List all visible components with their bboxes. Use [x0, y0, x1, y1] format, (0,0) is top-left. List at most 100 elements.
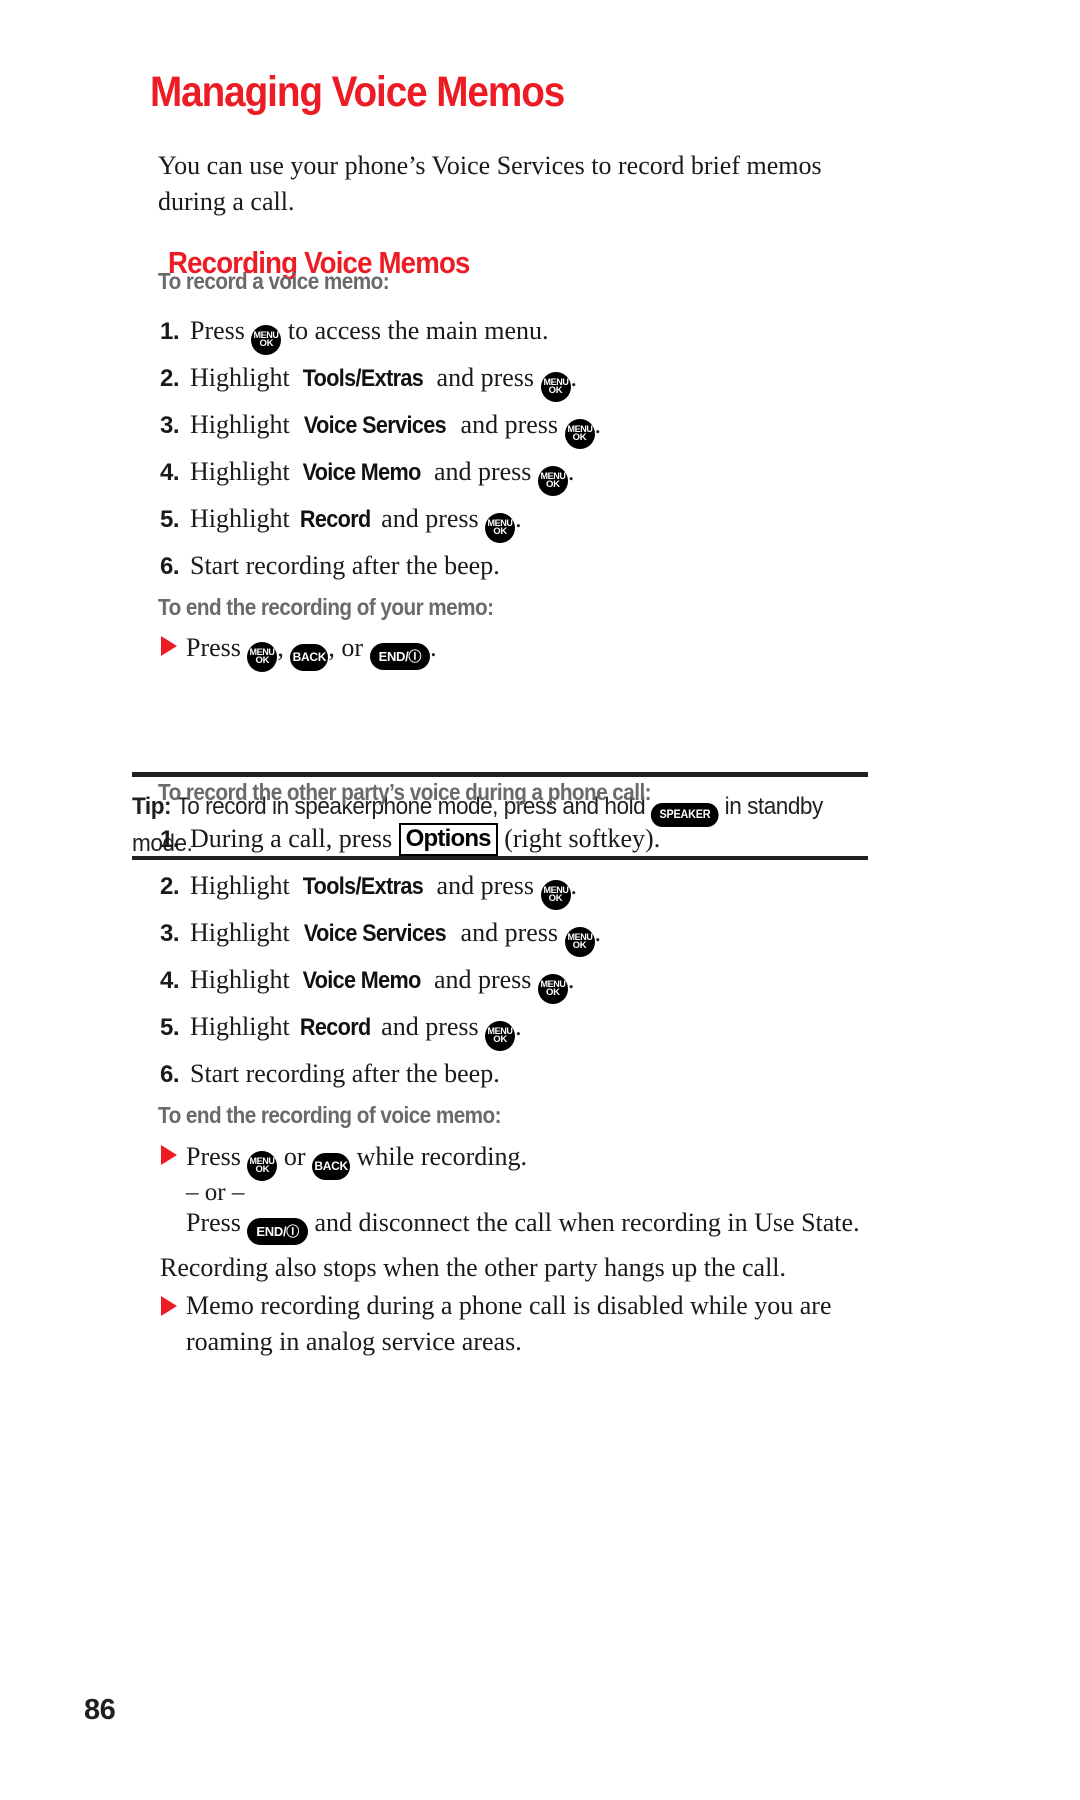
step-number: 1. — [160, 318, 180, 345]
list-item: 2. Highlight Tools/Extras and press MENU O… — [160, 869, 577, 910]
step-text-tail: . — [594, 918, 602, 947]
alt-text-tail: and disconnect the call when recording i… — [314, 1208, 860, 1237]
subhead-to-end-recording-voice-memo: To end the recording of voice memo: — [158, 1102, 502, 1128]
back-key-icon: BACK — [312, 1153, 351, 1180]
or-divider: – or – — [186, 1179, 245, 1206]
menu-ok-key-icon: MENU OK — [537, 465, 568, 496]
triangle-bullet-icon — [161, 1145, 177, 1165]
bullet-text-mid: or — [283, 1142, 306, 1171]
step-text: Highlight — [190, 1012, 290, 1041]
bullet-text-tail: . — [430, 633, 437, 662]
triangle-bullet-icon — [161, 1296, 177, 1316]
subhead-record-other-party: To record the other party’s voice during… — [158, 779, 652, 805]
menu-key-line1: MENU — [543, 884, 569, 896]
ui-term: Voice Memo — [302, 459, 422, 486]
step-number: 3. — [160, 412, 180, 439]
list-item: 1. During a call, press Options (right so… — [160, 822, 660, 857]
ui-term: Record — [300, 1014, 371, 1041]
ui-term: Voice Services — [304, 920, 447, 947]
note-recording-stops: Recording also stops when the other part… — [160, 1253, 787, 1282]
end-power-key-icon: END/Ⓘ — [369, 643, 431, 670]
step-text-tail: to access the main menu. — [287, 316, 549, 345]
step-text-tail: . — [567, 457, 575, 486]
menu-key-line1: MENU — [487, 517, 513, 529]
step-number: 1. — [160, 826, 180, 853]
step-text: Highlight — [190, 504, 290, 533]
list-item: 5. Highlight Record and press MENU OK. — [160, 1010, 522, 1051]
bullet-sep-2: , or — [328, 633, 364, 662]
step-text-mid: and press — [460, 410, 559, 439]
bullet-text: Press — [186, 1142, 241, 1171]
menu-ok-key-icon: MENU OK — [247, 641, 278, 672]
menu-ok-key-icon: MENU OK — [564, 418, 595, 449]
alt-text: Press — [186, 1208, 241, 1237]
menu-key-line1: MENU — [249, 646, 275, 658]
bullet-sep-1: , — [277, 633, 284, 662]
step-number: 2. — [160, 873, 180, 900]
step-text-tail: . — [570, 871, 578, 900]
step-number: 4. — [160, 967, 180, 994]
list-item: 4. Highlight Voice Memo and press MENU OK. — [160, 963, 574, 1004]
ui-term: Tools/Extras — [302, 365, 424, 392]
menu-key-line1: MENU — [543, 376, 569, 388]
step-text-tail: . — [570, 363, 578, 392]
step-text: Highlight — [190, 363, 290, 392]
menu-key-line1: MENU — [540, 470, 566, 482]
list-item: 6. Start recording after the beep. — [160, 549, 500, 584]
step-text: Press — [190, 316, 245, 345]
triangle-bullet-icon — [161, 636, 177, 656]
step-text: Highlight — [190, 457, 290, 486]
step-text-mid: and press — [381, 1012, 479, 1041]
list-item: 2. Highlight Tools/Extras and press MENU O… — [160, 361, 577, 402]
note-roaming-disabled: Memo recording during a phone call is di… — [186, 1291, 832, 1356]
options-softkey[interactable]: Options — [398, 823, 498, 856]
subhead-to-record-voice-memo: To record a voice memo: — [158, 268, 390, 294]
step-text-tail: . — [594, 410, 602, 439]
step-number: 6. — [160, 1061, 180, 1088]
bullet-text-tail: while recording. — [356, 1142, 527, 1171]
tip-top-rule — [132, 772, 868, 777]
step-text-tail: . — [515, 1012, 522, 1041]
step-number: 3. — [160, 920, 180, 947]
step-number: 5. — [160, 1014, 180, 1041]
menu-key-line1: MENU — [249, 1155, 275, 1167]
end-alternative-line: Press END/Ⓘ and disconnect the call when… — [186, 1206, 860, 1245]
step-number: 6. — [160, 553, 180, 580]
subhead-to-end-recording-your-memo: To end the recording of your memo: — [158, 594, 494, 620]
step-text-mid: and press — [436, 363, 535, 392]
speaker-key-icon: SPEAKER — [650, 803, 719, 827]
step-text-mid: and press — [433, 457, 532, 486]
menu-key-line1: MENU — [567, 423, 593, 435]
list-item: 1. Press MENU OK to access the main menu. — [160, 314, 549, 355]
step-text: Highlight — [190, 871, 290, 900]
manual-page: Managing Voice Memos You can use your ph… — [0, 0, 1080, 1800]
step-text-mid: and press — [433, 965, 532, 994]
list-item: 4. Highlight Voice Memo and press MENU OK. — [160, 455, 574, 496]
step-text-tail: . — [515, 504, 522, 533]
menu-key-line1: MENU — [567, 931, 593, 943]
list-item: Press MENU OK, BACK, or END/Ⓘ. — [186, 631, 437, 672]
menu-ok-key-icon: MENU OK — [247, 1150, 278, 1181]
step-number: 2. — [160, 365, 180, 392]
list-item: 5. Highlight Record and press MENU OK. — [160, 502, 522, 543]
menu-ok-key-icon: MENU OK — [540, 879, 571, 910]
step-text: Highlight — [190, 918, 290, 947]
bullet-text: Press — [186, 633, 241, 662]
step-text-mid: and press — [436, 871, 535, 900]
back-key-icon: BACK — [290, 644, 329, 671]
step-text: Start recording after the beep. — [190, 551, 500, 580]
step-text: Start recording after the beep. — [190, 1059, 500, 1088]
step-text-tail: . — [567, 965, 575, 994]
menu-ok-key-icon: MENU OK — [564, 926, 595, 957]
menu-key-line1: MENU — [487, 1025, 513, 1037]
step-number: 4. — [160, 459, 180, 486]
menu-ok-key-icon: MENU OK — [537, 973, 568, 1004]
list-item: 3. Highlight Voice Services and press MEN… — [160, 408, 601, 449]
step-number: 5. — [160, 506, 180, 533]
step-text: During a call, press — [190, 824, 393, 853]
menu-key-line1: MENU — [540, 978, 566, 990]
page-title: Managing Voice Memos — [150, 68, 565, 116]
step-text: Highlight — [190, 410, 290, 439]
menu-key-line1: MENU — [253, 329, 279, 341]
step-text-mid: and press — [381, 504, 479, 533]
